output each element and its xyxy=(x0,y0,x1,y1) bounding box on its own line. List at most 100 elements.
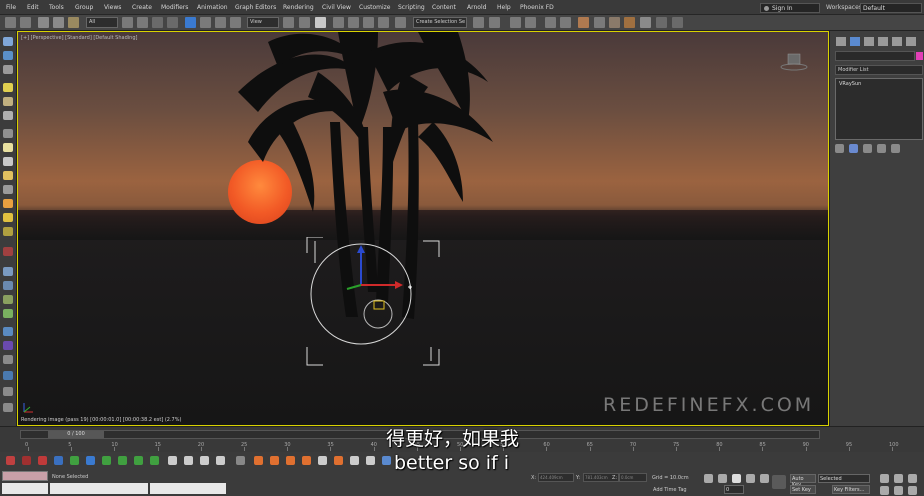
select-object-icon[interactable] xyxy=(122,17,133,28)
vray-light-icon[interactable] xyxy=(38,456,47,465)
show-end-result-icon[interactable] xyxy=(849,144,858,153)
curve-editor-icon[interactable] xyxy=(545,17,556,28)
menu-help[interactable]: Help xyxy=(497,4,511,11)
menu-file[interactable]: File xyxy=(6,4,16,11)
phoenix-fire-icon[interactable] xyxy=(334,456,343,465)
motion-tab-icon[interactable] xyxy=(878,37,888,46)
angle-snap-icon[interactable] xyxy=(348,17,359,28)
rig-icon[interactable] xyxy=(318,456,327,465)
toggle-ribbon-icon[interactable] xyxy=(525,17,536,28)
edit-named-selection-icon[interactable] xyxy=(395,17,406,28)
foliage-icon[interactable] xyxy=(3,295,13,304)
hair-icon[interactable] xyxy=(3,387,13,396)
key-filters-button[interactable]: Key Filters... xyxy=(832,485,870,494)
auto-key-button[interactable]: Auto Key xyxy=(790,474,816,488)
render-in-cloud-icon[interactable] xyxy=(640,17,651,28)
spinner-snap-icon[interactable] xyxy=(378,17,389,28)
flame-fx-icon[interactable] xyxy=(286,456,295,465)
rendered-frame-window-icon[interactable] xyxy=(609,17,620,28)
rectangle-selection-icon[interactable] xyxy=(152,17,163,28)
make-unique-icon[interactable] xyxy=(863,144,872,153)
set-key-icon[interactable] xyxy=(772,475,786,489)
select-by-name-icon[interactable] xyxy=(137,17,148,28)
railclone-icon[interactable] xyxy=(150,456,159,465)
trash-icon[interactable] xyxy=(216,456,225,465)
menu-civil-view[interactable]: Civil View xyxy=(322,4,351,11)
field-of-view-icon[interactable] xyxy=(880,486,889,495)
x-coordinate-field[interactable]: 424.409cm xyxy=(538,473,574,482)
select-manipulate-icon[interactable] xyxy=(299,17,310,28)
pause-icon[interactable] xyxy=(184,456,193,465)
menu-phoenix-fd[interactable]: Phoenix FD xyxy=(520,4,554,11)
menu-create[interactable]: Create xyxy=(132,4,152,11)
vray-sun-icon[interactable] xyxy=(3,171,13,180)
percent-snap-icon[interactable] xyxy=(363,17,374,28)
menu-customize[interactable]: Customize xyxy=(359,4,391,11)
teapot-icon[interactable] xyxy=(3,371,13,380)
material-editor-icon[interactable] xyxy=(578,17,589,28)
redo-icon[interactable] xyxy=(20,17,31,28)
menu-edit[interactable]: Edit xyxy=(27,4,39,11)
play-icon[interactable] xyxy=(168,456,177,465)
create-tools-icon[interactable] xyxy=(6,456,15,465)
zoom-all-icon[interactable] xyxy=(894,474,903,483)
link-icon[interactable] xyxy=(38,17,49,28)
sphere-light-icon[interactable] xyxy=(3,111,13,120)
render-icon[interactable] xyxy=(3,247,13,256)
create-icon[interactable] xyxy=(3,37,13,46)
geometry-tool-icon[interactable] xyxy=(86,456,95,465)
workspace-dropdown[interactable]: Default xyxy=(860,3,922,13)
menu-tools[interactable]: Tools xyxy=(49,4,64,11)
sky-icon[interactable] xyxy=(3,213,13,222)
layer-icon[interactable] xyxy=(3,65,13,74)
remove-modifier-icon[interactable] xyxy=(877,144,886,153)
menu-graph-editors[interactable]: Graph Editors xyxy=(235,4,276,11)
menu-arnold[interactable]: Arnold xyxy=(467,4,486,11)
configure-modifier-sets-icon[interactable] xyxy=(891,144,900,153)
render-queue-icon[interactable] xyxy=(236,456,245,465)
pivot-center-icon[interactable] xyxy=(283,17,294,28)
modifier-list-dropdown[interactable]: Modifier List xyxy=(835,65,923,75)
menu-scripting[interactable]: Scripting xyxy=(398,4,425,11)
add-time-tag[interactable]: Add Time Tag xyxy=(653,487,687,493)
helper-icon[interactable] xyxy=(3,355,13,364)
window-crossing-icon[interactable] xyxy=(167,17,178,28)
dome-light-icon[interactable] xyxy=(3,97,13,106)
named-selection-set-dropdown[interactable]: Create Selection Se xyxy=(413,17,467,28)
object-color-swatch[interactable] xyxy=(916,52,923,60)
unlink-icon[interactable] xyxy=(53,17,64,28)
plant-tool-icon[interactable] xyxy=(134,456,143,465)
play-animation-icon[interactable] xyxy=(732,474,741,483)
bind-space-warp-icon[interactable] xyxy=(68,17,79,28)
phoenix-source-icon[interactable] xyxy=(366,456,375,465)
script-mini-field[interactable] xyxy=(2,483,48,494)
undo-icon[interactable] xyxy=(5,17,16,28)
move-tool-icon[interactable] xyxy=(70,456,79,465)
z-coordinate-field[interactable]: 0.0cm xyxy=(619,473,647,482)
fire-fx-icon[interactable] xyxy=(254,456,263,465)
go-to-start-icon[interactable] xyxy=(704,474,713,483)
menu-modifiers[interactable]: Modifiers xyxy=(161,4,188,11)
viewcube[interactable] xyxy=(780,52,808,72)
go-to-end-icon[interactable] xyxy=(760,474,769,483)
sphere-icon[interactable] xyxy=(3,327,13,336)
pan-icon[interactable] xyxy=(894,486,903,495)
smoke-fx-icon[interactable] xyxy=(270,456,279,465)
viewport-label[interactable]: [+] [Perspective] [Standard] [Default Sh… xyxy=(21,35,137,41)
render-production-icon[interactable] xyxy=(624,17,635,28)
modifier-stack[interactable]: VRaySun xyxy=(835,78,923,140)
mirror-icon[interactable] xyxy=(473,17,484,28)
forest-tool-icon[interactable] xyxy=(118,456,127,465)
menu-group[interactable]: Group xyxy=(75,4,93,11)
scene-explorer-icon[interactable] xyxy=(3,51,13,60)
pin-stack-icon[interactable] xyxy=(835,144,844,153)
snaps-toggle-icon[interactable] xyxy=(333,17,344,28)
next-frame-icon[interactable] xyxy=(746,474,755,483)
utilities-tab-icon[interactable] xyxy=(906,37,916,46)
previous-frame-icon[interactable] xyxy=(718,474,727,483)
vray-sun-gizmo[interactable] xyxy=(303,237,443,377)
utility-icon[interactable] xyxy=(3,403,13,412)
current-frame-field[interactable]: 0 xyxy=(724,485,744,494)
render-setup-icon[interactable] xyxy=(594,17,605,28)
schematic-view-icon[interactable] xyxy=(560,17,571,28)
